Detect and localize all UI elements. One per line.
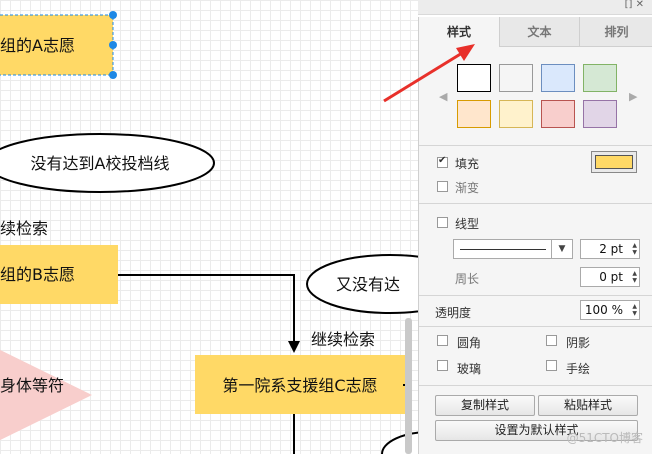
shape-rect-b-text: 组的B志愿: [0, 265, 75, 284]
divider: [419, 295, 652, 296]
style-swatch[interactable]: [499, 64, 533, 92]
line-width-value: 2 pt: [599, 242, 623, 256]
rounded-checkbox[interactable]: [437, 335, 448, 346]
gradient-label: 渐变: [455, 181, 480, 195]
opacity-label: 透明度: [435, 306, 472, 320]
style-swatch[interactable]: [541, 64, 575, 92]
fill-label: 填充: [455, 157, 480, 171]
perimeter-field[interactable]: 0 pt ▲ ▼: [580, 267, 640, 287]
window-controls-icon[interactable]: [] ✕: [625, 0, 644, 10]
line-pattern-select[interactable]: ▼: [453, 239, 573, 259]
style-swatch[interactable]: [499, 100, 533, 128]
tab-text[interactable]: 文本: [500, 17, 580, 47]
line-width-field[interactable]: 2 pt ▲ ▼: [580, 239, 640, 259]
shape-top-rect-text: 组的A志愿: [0, 36, 75, 55]
opacity-spinner-icon[interactable]: ▲ ▼: [629, 303, 637, 317]
sketch-checkbox[interactable]: [546, 360, 557, 371]
opacity-field[interactable]: 100 % ▲ ▼: [580, 300, 640, 320]
selection-handle-top-right[interactable]: [109, 11, 117, 19]
line-pattern-dropdown[interactable]: ▼: [551, 240, 572, 258]
format-panel: 样式 文本 排列 ◀ ▶ 填充 渐变 线型 ▼ 2 pt ▲▼ 周长 0 pt …: [418, 17, 652, 454]
glass-checkbox[interactable]: [437, 360, 448, 371]
opacity-value: 100 %: [584, 303, 623, 317]
swatch-prev-icon[interactable]: ◀: [439, 90, 447, 103]
shape-ellipse-1-text: 没有达到A校投档线: [31, 154, 170, 173]
divider: [419, 145, 652, 146]
paste-style-button[interactable]: 粘贴样式: [538, 395, 638, 416]
fill-checkbox[interactable]: [437, 155, 448, 168]
glass-label: 玻璃: [457, 362, 482, 376]
line-label: 线型: [455, 217, 480, 231]
edge-label-1: 续检索: [0, 219, 48, 238]
tab-arrange[interactable]: 排列: [580, 17, 652, 47]
fill-color-swatch: [595, 155, 633, 169]
diagram-svg: 组的A志愿 没有达到A校投档线 续检索 组的B志愿 又没有达 继续检索 身体等符…: [0, 11, 418, 454]
canvas-scrollbar[interactable]: [405, 318, 412, 454]
gradient-checkbox[interactable]: [437, 181, 448, 192]
rounded-label: 圆角: [457, 336, 482, 350]
shadow-checkbox[interactable]: [546, 335, 557, 346]
sketch-label: 手绘: [566, 362, 591, 376]
line-width-spinner-icon[interactable]: ▲ ▼: [629, 242, 637, 256]
tab-style[interactable]: 样式: [419, 17, 500, 47]
style-swatch[interactable]: [457, 100, 491, 128]
perimeter-label: 周长: [455, 272, 480, 286]
shape-rect-c-text: 第一院系支援组C志愿: [222, 376, 377, 395]
shape-ellipse-3[interactable]: [381, 431, 418, 454]
selection-handle-bottom-right[interactable]: [109, 71, 117, 79]
style-swatch[interactable]: [541, 100, 575, 128]
diagram-canvas[interactable]: 组的A志愿 没有达到A校投档线 续检索 组的B志愿 又没有达 继续检索 身体等符…: [0, 0, 418, 454]
divider: [419, 385, 652, 386]
copy-style-button[interactable]: 复制样式: [435, 395, 535, 416]
connector-b-to-c[interactable]: [118, 274, 295, 343]
fill-color-button[interactable]: [591, 151, 637, 173]
connector-arrowhead: [288, 341, 300, 353]
shape-triangle-text: 身体等符: [0, 376, 64, 395]
line-checkbox[interactable]: [437, 217, 448, 228]
selection-handle-right[interactable]: [109, 41, 117, 49]
perimeter-value: 0 pt: [599, 270, 623, 284]
perimeter-spinner-icon[interactable]: ▲ ▼: [629, 270, 637, 284]
style-swatch[interactable]: [457, 64, 491, 92]
watermark: @51CTO博客: [566, 431, 643, 445]
divider: [419, 203, 652, 204]
edge-label-2: 继续检索: [311, 330, 375, 349]
shadow-label: 阴影: [566, 336, 591, 350]
style-swatch[interactable]: [583, 100, 617, 128]
line-pattern-preview: [460, 249, 546, 250]
shape-ellipse-2-text: 又没有达: [336, 275, 400, 294]
style-swatch[interactable]: [583, 64, 617, 92]
shape-triangle[interactable]: [0, 345, 92, 445]
swatch-next-icon[interactable]: ▶: [629, 90, 637, 103]
divider: [419, 326, 652, 327]
